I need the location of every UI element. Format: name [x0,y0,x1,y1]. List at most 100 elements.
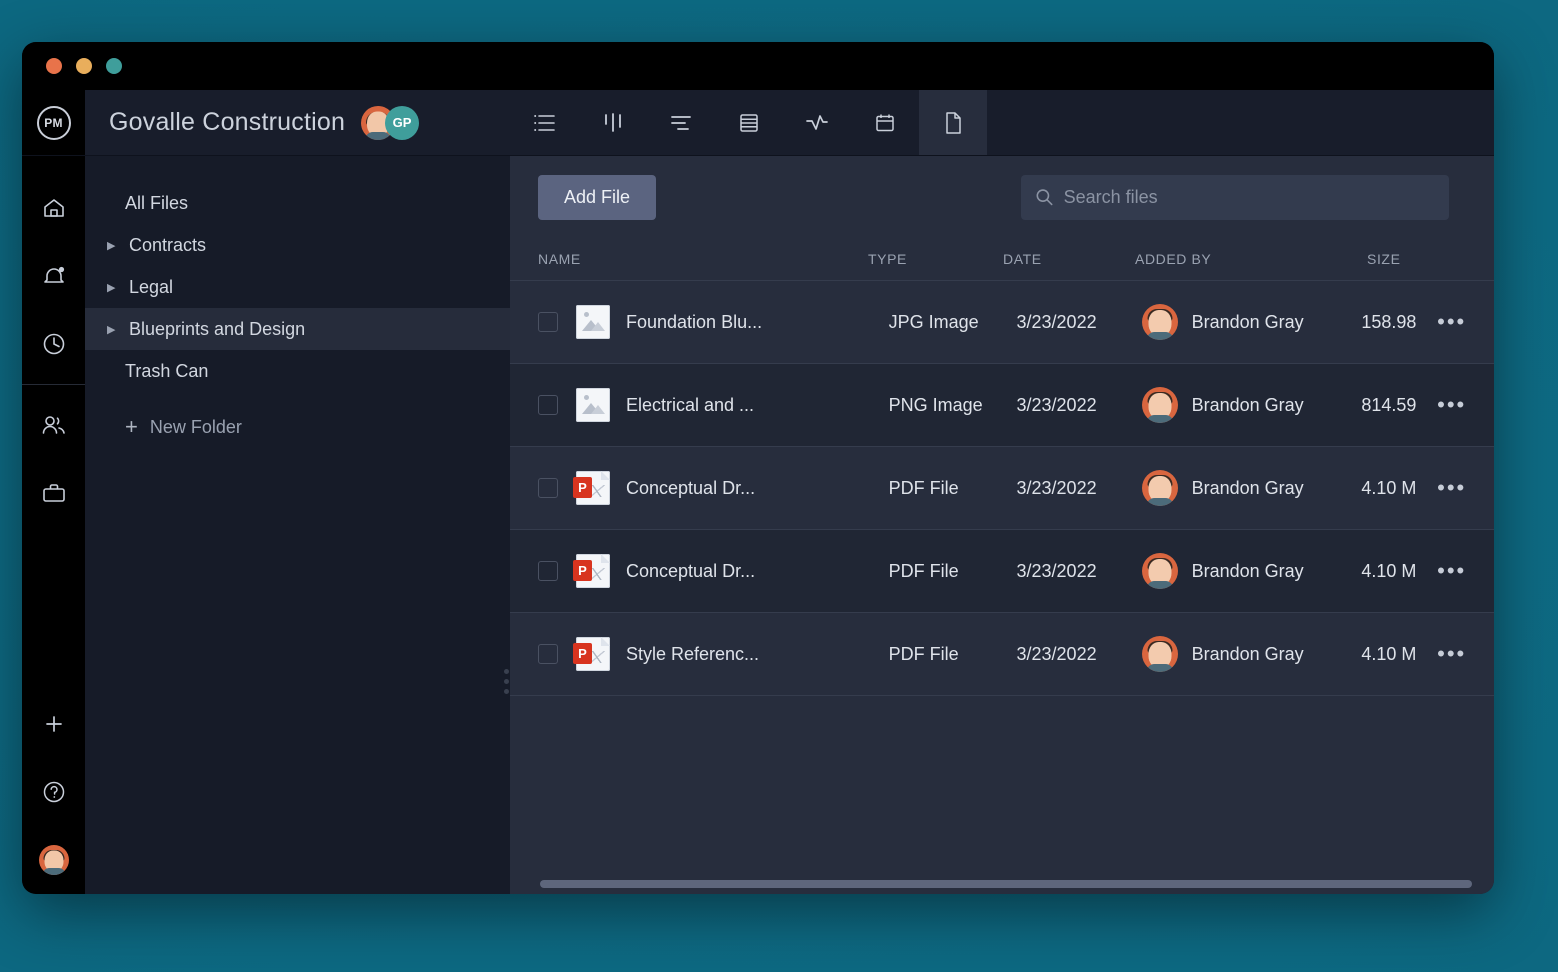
add-file-button[interactable]: Add File [538,175,656,220]
tab-gantt[interactable] [647,90,715,155]
column-header-name[interactable]: NAME [538,251,868,267]
pdf-file-icon: P [576,471,610,505]
tab-calendar[interactable] [851,90,919,155]
pm-logo-icon: PM [37,106,71,140]
sidebar-item-home[interactable] [22,174,85,242]
file-name-cell: Foundation Blu... [576,305,889,339]
table-row[interactable]: Foundation Blu... JPG Image 3/23/2022 Br… [510,281,1494,364]
folder-tree: All Files ▶ Contracts ▶ Legal ▶ Blueprin… [85,156,510,894]
file-added-by-cell: Brandon Gray [1142,553,1362,589]
row-menu-button[interactable]: ••• [1437,394,1494,416]
tab-list[interactable] [511,90,579,155]
sidebar-item-help[interactable] [22,758,85,826]
row-menu-button[interactable]: ••• [1437,311,1494,333]
image-file-icon [576,305,610,339]
row-menu-button[interactable]: ••• [1437,477,1494,499]
tree-item-all-files[interactable]: All Files [85,182,510,224]
new-folder-label: New Folder [150,417,242,438]
handle-dot [504,689,509,694]
file-name: Style Referenc... [626,644,759,665]
file-date: 3/23/2022 [1017,644,1142,665]
table-row[interactable]: Electrical and ... PNG Image 3/23/2022 B… [510,364,1494,447]
file-name: Electrical and ... [626,395,754,416]
files-panel: Add File NAME TYPE DATE ADDED BY SIZE [510,156,1494,894]
row-menu-button[interactable]: ••• [1437,643,1494,665]
avatar [1142,304,1178,340]
image-file-icon [576,388,610,422]
column-header-type[interactable]: TYPE [868,251,1003,267]
table-row[interactable]: P Conceptual Dr... PDF File 3/23/2022 Br… [510,447,1494,530]
rail-divider [22,384,85,385]
file-added-by: Brandon Gray [1192,644,1304,665]
user-avatar [39,845,69,875]
sidebar-item-projects[interactable] [22,459,85,527]
row-checkbox[interactable] [538,312,558,332]
file-name: Conceptual Dr... [626,478,755,499]
row-checkbox[interactable] [538,561,558,581]
plus-icon: + [125,416,138,438]
tree-item-blueprints-and-design[interactable]: ▶ Blueprints and Design [85,308,510,350]
handle-dot [504,679,509,684]
file-date: 3/23/2022 [1017,395,1142,416]
row-checkbox[interactable] [538,478,558,498]
sidebar-item-profile[interactable] [22,826,85,894]
file-size: 158.98 [1361,312,1437,333]
tree-item-label: Trash Can [125,361,208,382]
search-box[interactable] [1021,175,1449,220]
maximize-button[interactable] [106,58,122,74]
app-logo[interactable]: PM [22,90,85,155]
search-icon [1035,187,1054,207]
file-size: 4.10 M [1361,478,1437,499]
tab-sheet[interactable] [715,90,783,155]
tree-item-label: Blueprints and Design [129,319,305,340]
new-folder-button[interactable]: + New Folder [85,406,510,448]
search-input[interactable] [1064,187,1435,208]
file-added-by-cell: Brandon Gray [1142,636,1362,672]
file-name-cell: Electrical and ... [576,388,889,422]
close-button[interactable] [46,58,62,74]
sidebar-item-add[interactable] [22,690,85,758]
row-checkbox[interactable] [538,395,558,415]
tree-item-contracts[interactable]: ▶ Contracts [85,224,510,266]
chevron-right-icon[interactable]: ▶ [107,323,125,336]
file-added-by: Brandon Gray [1192,395,1304,416]
tab-files[interactable] [919,90,987,155]
file-list: Foundation Blu... JPG Image 3/23/2022 Br… [510,280,1494,696]
chevron-right-icon[interactable]: ▶ [107,239,125,252]
sidebar-item-notifications[interactable] [22,242,85,310]
app-window: PM Govalle Construction GP [22,42,1494,894]
row-checkbox[interactable] [538,644,558,664]
tab-board[interactable] [579,90,647,155]
tree-item-trash-can[interactable]: Trash Can [85,350,510,392]
table-row[interactable]: P Style Referenc... PDF File 3/23/2022 B… [510,613,1494,696]
tree-item-legal[interactable]: ▶ Legal [85,266,510,308]
column-header-size[interactable]: SIZE [1367,251,1447,267]
panel-resize-handle[interactable] [502,669,510,694]
file-added-by: Brandon Gray [1192,561,1304,582]
pdf-file-icon: P [576,637,610,671]
avatar-initials[interactable]: GP [385,106,419,140]
file-type: PNG Image [889,395,1017,416]
tree-item-label: All Files [125,193,188,214]
files-toolbar: Add File [510,156,1494,238]
file-type: PDF File [889,478,1017,499]
column-header-date[interactable]: DATE [1003,251,1135,267]
file-added-by: Brandon Gray [1192,478,1304,499]
file-added-by-cell: Brandon Gray [1142,470,1362,506]
file-name: Conceptual Dr... [626,561,755,582]
sidebar-item-people[interactable] [22,391,85,459]
icon-rail [22,156,85,894]
sidebar-item-recent[interactable] [22,310,85,378]
tab-workload[interactable] [783,90,851,155]
file-type: PDF File [889,561,1017,582]
table-row[interactable]: P Conceptual Dr... PDF File 3/23/2022 Br… [510,530,1494,613]
row-menu-button[interactable]: ••• [1437,560,1494,582]
minimize-button[interactable] [76,58,92,74]
horizontal-scrollbar[interactable] [540,880,1472,888]
file-date: 3/23/2022 [1017,478,1142,499]
tree-item-label: Legal [129,277,173,298]
tree-item-label: Contracts [129,235,206,256]
chevron-right-icon[interactable]: ▶ [107,281,125,294]
avatar-shirt [42,868,65,875]
column-header-added-by[interactable]: ADDED BY [1135,251,1367,267]
